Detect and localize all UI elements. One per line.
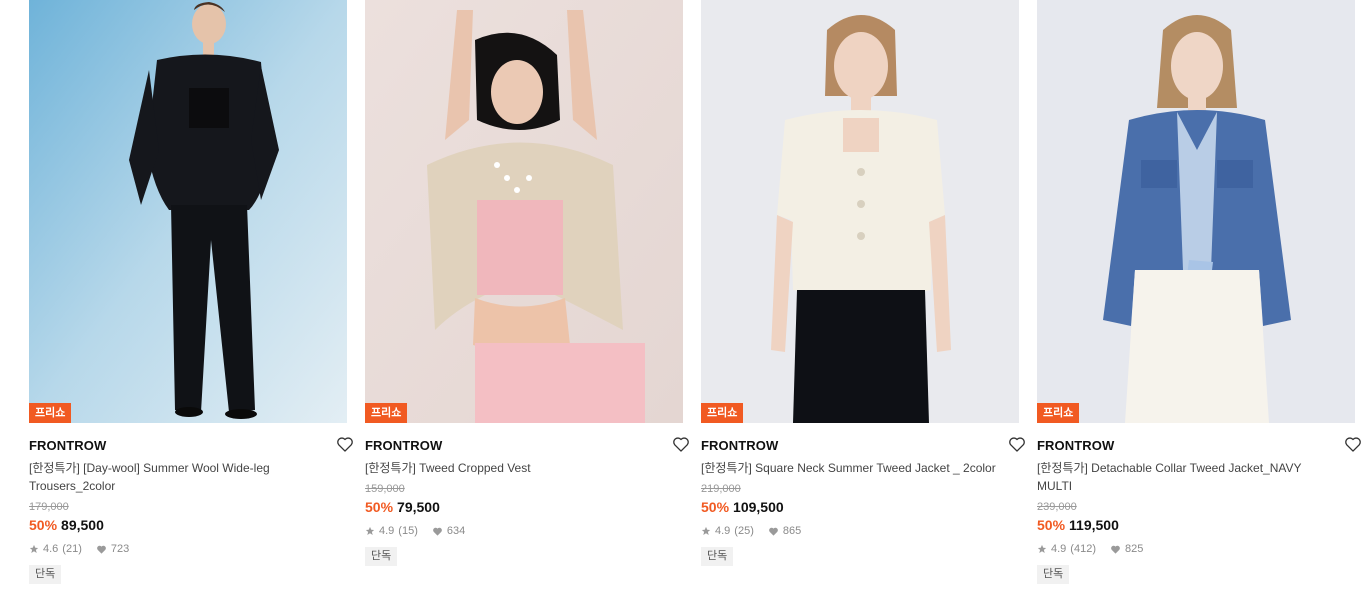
product-title[interactable]: [한정특가] [Day-wool] Summer Wool Wide-leg T… <box>29 459 329 495</box>
heart-filled-icon <box>96 544 107 555</box>
rating-value: 4.9 <box>715 525 731 537</box>
exclusive-tag: 단독 <box>701 547 734 566</box>
heart-outline-icon[interactable] <box>1007 434 1027 454</box>
review-count: (412) <box>1070 543 1096 555</box>
product-title[interactable]: [한정특가] Detachable Collar Tweed Jacket_NA… <box>1037 459 1337 495</box>
product-title[interactable]: [한정특가] Tweed Cropped Vest <box>365 459 665 477</box>
heart-filled-icon <box>1110 544 1121 555</box>
brand-name[interactable]: FRONTROW <box>29 438 106 453</box>
review-count: (15) <box>398 525 418 537</box>
star-icon <box>365 526 375 536</box>
product-card[interactable]: 프리쇼 FRONTROW [한정특가] [Day-wool] Summer Wo… <box>29 0 353 584</box>
original-price: 179,000 <box>29 501 69 513</box>
product-image[interactable]: 프리쇼 <box>365 0 683 423</box>
like-count: 825 <box>1124 543 1144 555</box>
heart-outline-icon[interactable] <box>1343 434 1361 454</box>
rating-value: 4.6 <box>43 543 59 555</box>
star-icon <box>701 526 711 536</box>
sale-price: 119,500 <box>1069 517 1119 533</box>
star-icon <box>1037 544 1047 554</box>
heart-outline-icon[interactable] <box>335 434 355 454</box>
discount-rate: 50% <box>1037 517 1066 533</box>
exclusive-tag: 단독 <box>365 547 398 566</box>
product-image[interactable]: 프리쇼 <box>29 0 347 423</box>
product-card[interactable]: 프리쇼 FRONTROW [한정특가] Tweed Cropped Vest 1… <box>365 0 689 566</box>
product-title[interactable]: [한정특가] Square Neck Summer Tweed Jacket _… <box>701 459 1001 477</box>
like-count: 865 <box>782 525 802 537</box>
heart-filled-icon <box>432 526 443 537</box>
preshow-badge: 프리쇼 <box>1037 403 1080 423</box>
review-count: (21) <box>62 543 82 555</box>
like-count: 723 <box>110 543 130 555</box>
product-photo-ivory-jacket <box>701 0 1019 423</box>
sale-price: 79,500 <box>397 499 440 515</box>
preshow-badge: 프리쇼 <box>365 403 408 423</box>
sale-price: 109,500 <box>733 499 784 515</box>
product-photo-blue-tweed <box>1037 0 1355 423</box>
like-count: 634 <box>446 525 466 537</box>
sale-price: 89,500 <box>61 517 104 533</box>
product-photo-pink-tweed <box>365 0 683 423</box>
original-price: 239,000 <box>1037 501 1077 513</box>
product-photo-black-suit <box>29 0 347 423</box>
brand-name[interactable]: FRONTROW <box>701 438 778 453</box>
brand-name[interactable]: FRONTROW <box>1037 438 1114 453</box>
product-image[interactable]: 프리쇼 <box>1037 0 1355 423</box>
star-icon <box>29 544 39 554</box>
preshow-badge: 프리쇼 <box>701 403 744 423</box>
product-card[interactable]: 프리쇼 FRONTROW [한정특가] Square Neck Summer T… <box>701 0 1025 566</box>
exclusive-tag: 단독 <box>29 565 62 584</box>
original-price: 219,000 <box>701 483 741 495</box>
discount-rate: 50% <box>29 517 58 533</box>
brand-name[interactable]: FRONTROW <box>365 438 442 453</box>
rating-value: 4.9 <box>1051 543 1067 555</box>
preshow-badge: 프리쇼 <box>29 403 72 423</box>
product-image[interactable]: 프리쇼 <box>701 0 1019 423</box>
original-price: 159,000 <box>365 483 405 495</box>
discount-rate: 50% <box>701 499 730 515</box>
heart-outline-icon[interactable] <box>671 434 691 454</box>
heart-filled-icon <box>768 526 779 537</box>
discount-rate: 50% <box>365 499 394 515</box>
exclusive-tag: 단독 <box>1037 565 1070 584</box>
product-grid: 프리쇼 FRONTROW [한정특가] [Day-wool] Summer Wo… <box>0 0 1361 594</box>
product-card[interactable]: 프리쇼 FRONTROW [한정특가] Detachable Collar Tw… <box>1037 0 1361 584</box>
review-count: (25) <box>734 525 754 537</box>
rating-value: 4.9 <box>379 525 395 537</box>
